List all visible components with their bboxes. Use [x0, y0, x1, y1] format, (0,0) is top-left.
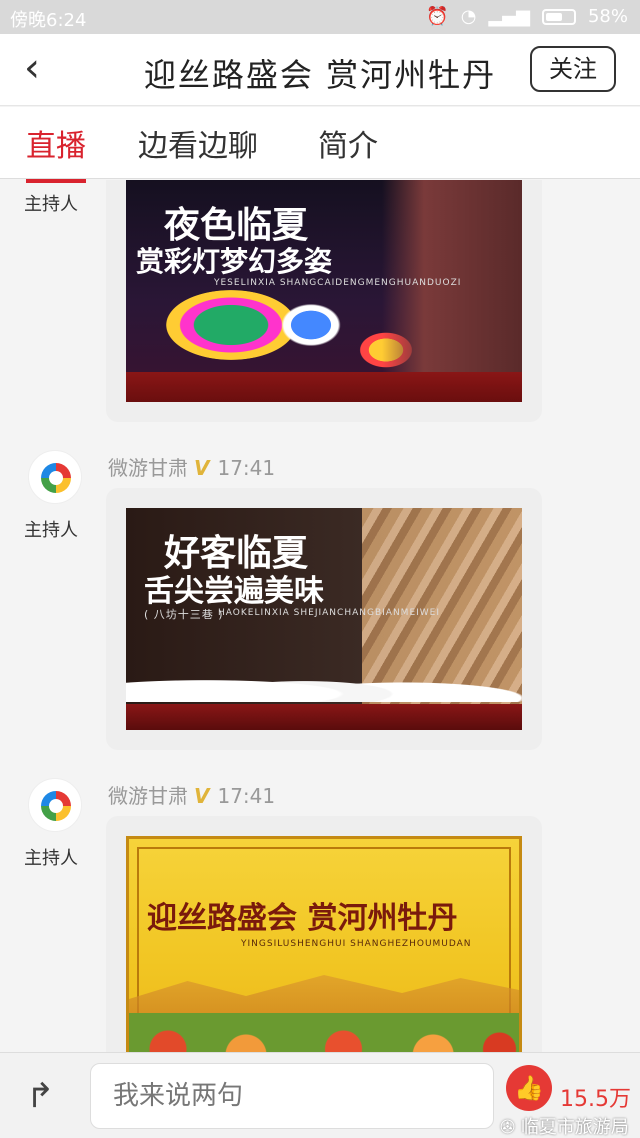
author-name[interactable]: 微游甘肃: [108, 456, 188, 480]
post-image[interactable]: 迎丝路盛会 赏河州牡丹 YINGSILUSHENGHUI SHANGHEZHOU…: [126, 836, 522, 1052]
signal-icon: ▂▄▆: [488, 6, 530, 27]
banner-pinyin: HAOKELINXIA SHEJIANCHANGBIANMEIWEI: [218, 608, 441, 618]
post-image[interactable]: 好客临夏 舌尖尝遍美味 ( 八坊十三巷 ) HAOKELINXIA SHEJIA…: [126, 508, 522, 730]
tab-bar: 直播 边看边聊 简介: [0, 107, 640, 183]
host-label: 主持人: [24, 194, 78, 215]
avatar[interactable]: [28, 778, 82, 832]
post-image[interactable]: 夜色临夏 赏彩灯梦幻多姿 YESELINXIA SHANGCAIDENGMENG…: [126, 180, 522, 402]
post-time: 17:41: [217, 784, 276, 808]
post-meta: 微游甘肃 V 17:41: [108, 780, 275, 809]
follow-button[interactable]: 关注: [530, 46, 616, 92]
host-label: 主持人: [24, 520, 78, 541]
tab-intro[interactable]: 简介: [318, 121, 378, 165]
battery-level: 58%: [587, 6, 628, 27]
battery-icon: [541, 8, 576, 25]
verified-icon: V: [194, 784, 210, 808]
bottom-bar: ↱ 我来说两句 👍 15.5万 ✇ 临夏市旅游局: [0, 1052, 640, 1138]
share-icon[interactable]: ↱: [26, 1079, 62, 1115]
wifi-icon: ◔: [460, 6, 477, 27]
banner-title: 迎丝路盛会 赏河州牡丹: [147, 901, 458, 936]
tab-chat[interactable]: 边看边聊: [138, 121, 258, 165]
post-bubble: 好客临夏 舌尖尝遍美味 ( 八坊十三巷 ) HAOKELINXIA SHEJIA…: [106, 488, 542, 750]
watermark: ✇ 临夏市旅游局: [500, 1117, 629, 1138]
header: ‹ 迎丝路盛会 赏河州牡丹 关注: [0, 34, 640, 106]
post-time: 17:41: [217, 456, 276, 480]
tab-live[interactable]: 直播: [26, 121, 86, 183]
alarm-icon: ⏰: [426, 6, 449, 27]
banner-subtitle: 舌尖尝遍美味: [144, 574, 324, 609]
comment-input[interactable]: 我来说两句: [90, 1063, 494, 1129]
status-bar: 傍晚6:24 ⏰ ◔ ▂▄▆ 58%: [0, 0, 640, 34]
banner-subtitle: 赏彩灯梦幻多姿: [136, 245, 333, 278]
like-button[interactable]: 👍: [506, 1065, 552, 1111]
banner-pinyin: YESELINXIA SHANGCAIDENGMENGHUANDUOZI: [214, 278, 462, 288]
banner-pinyin: YINGSILUSHENGHUI SHANGHEZHOUMUDAN: [241, 939, 472, 949]
status-time: 傍晚6:24: [10, 10, 87, 31]
author-name[interactable]: 微游甘肃: [108, 784, 188, 808]
live-feed[interactable]: 主持人 夜色临夏 赏彩灯梦幻多姿 YESELINXIA SHANGCAIDENG…: [0, 180, 640, 1052]
host-label: 主持人: [24, 848, 78, 869]
logo-icon: [41, 791, 71, 821]
post-bubble: 迎丝路盛会 赏河州牡丹 YINGSILUSHENGHUI SHANGHEZHOU…: [106, 816, 542, 1052]
like-count: 15.5万: [560, 1087, 631, 1112]
avatar[interactable]: [28, 450, 82, 504]
logo-icon: [41, 463, 71, 493]
post-bubble: 夜色临夏 赏彩灯梦幻多姿 YESELINXIA SHANGCAIDENGMENG…: [106, 180, 542, 422]
thumbs-up-icon: 👍: [514, 1074, 544, 1102]
post-meta: 微游甘肃 V 17:41: [108, 452, 275, 481]
verified-icon: V: [194, 456, 210, 480]
banner-note: ( 八坊十三巷 ): [144, 608, 224, 621]
